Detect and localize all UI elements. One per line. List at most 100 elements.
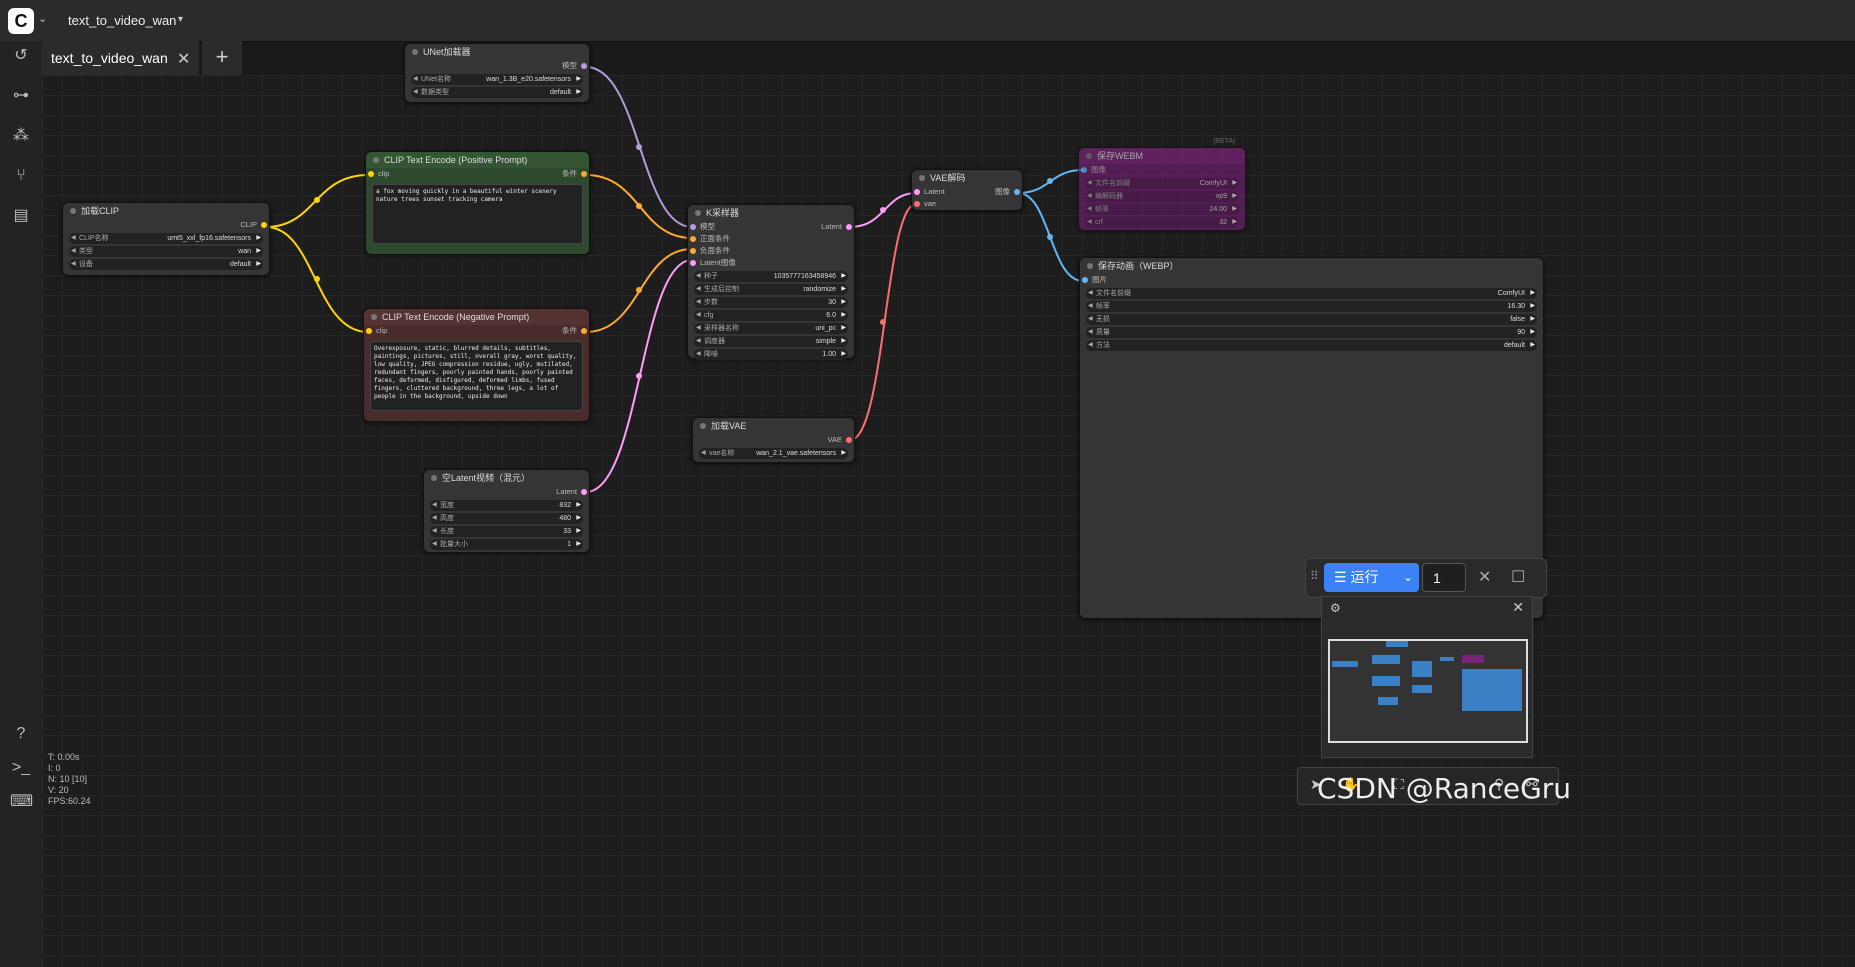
tab-workflow[interactable]: text_to_video_wan ✕ <box>42 41 199 77</box>
widget-label: 类型 <box>79 248 93 255</box>
workflows-icon[interactable]: ⑂ <box>10 165 32 187</box>
widget-batch-size[interactable]: 批量大小 1 <box>430 539 583 550</box>
widget-length[interactable]: 长度 33 <box>430 526 583 537</box>
node-save-webm[interactable]: 保存WEBM [BETA] 图像 文件名前缀 ComfyUI 编解码器 vp9 帧率… <box>1078 138 1246 231</box>
widget-unet-name[interactable]: UNet名称 wan_1.3B_e20.safetensors <box>411 74 583 85</box>
node-title: 加载CLIP <box>63 203 269 219</box>
stat-nodes: N: 10 [10] <box>48 774 88 784</box>
stat-fps: FPS:60.24 <box>48 796 91 806</box>
node-title: K采样器 <box>688 205 854 221</box>
minimap[interactable]: ⚙ ✕ <box>1321 596 1533 758</box>
widget-dtype[interactable]: 数据类型 default <box>411 87 583 98</box>
cancel-icon[interactable]: ✕ <box>1478 567 1491 587</box>
node-empty-latent-video[interactable]: 空Latent视频（混元） Latent 宽度 832 高度 480 长度 33 批量… <box>423 469 590 553</box>
prompt-textarea[interactable]: Overexposure, static, blurred details, s… <box>370 341 583 411</box>
widget-prefix[interactable]: 文件名前缀 ComfyUI <box>1086 288 1537 299</box>
history-icon[interactable]: ↺ <box>10 45 32 67</box>
templates-icon[interactable]: ▤ <box>10 205 32 227</box>
widget-value: vp9 <box>1215 193 1227 200</box>
node-ksampler[interactable]: K采样器 模型 Latent 正面条件 负面条件 Latent图像 种子 1035… <box>687 204 855 360</box>
widget-device[interactable]: 设备 default <box>69 259 263 270</box>
add-tab-button[interactable]: + <box>202 41 242 75</box>
widget-seed[interactable]: 种子 1035777163458946 <box>694 271 848 282</box>
widget-lossless[interactable]: 无损 false <box>1086 314 1537 325</box>
widget-control-after[interactable]: 生成后控制 randomize <box>694 284 848 295</box>
output-image-label: 图像 <box>995 187 1010 196</box>
widget-sampler[interactable]: 采样器名称 uni_pc <box>694 323 848 334</box>
input-negative[interactable]: 负面条件 <box>688 245 854 257</box>
workflow-title[interactable]: text_to_video_wan <box>68 13 176 28</box>
widget-scheduler[interactable]: 调度器 simple <box>694 336 848 347</box>
input-clip-label: clip <box>376 326 388 335</box>
input-image[interactable]: 图像 <box>1079 164 1245 176</box>
input-positive[interactable]: 正面条件 <box>688 233 854 245</box>
widget-steps[interactable]: 步数 30 <box>694 297 848 308</box>
widget-width[interactable]: 宽度 832 <box>430 500 583 511</box>
input-vae[interactable]: vae <box>912 198 1022 210</box>
widget-label: 无损 <box>1096 316 1110 323</box>
widget-fps[interactable]: 帧率 16.30 <box>1086 301 1537 312</box>
settings-icon[interactable]: ⚙ <box>1330 601 1341 615</box>
widget-denoise[interactable]: 降噪 1.00 <box>694 349 848 360</box>
prompt-textarea[interactable]: a fox moving quickly in a beautiful wint… <box>372 184 583 244</box>
output-model[interactable]: 模型 <box>405 60 589 72</box>
slot-row: clip 条件 <box>364 325 589 337</box>
keyboard-icon[interactable]: ⌨ <box>10 791 33 813</box>
node-library-icon[interactable]: ⊶ <box>10 85 32 107</box>
input-model-label: 模型 <box>700 222 715 231</box>
node-unet-loader[interactable]: UNet加载器 模型 UNet名称 wan_1.3B_e20.safetensor… <box>404 43 590 103</box>
widget-fps[interactable]: 帧率 24.00 <box>1085 204 1239 215</box>
widget-label: 步数 <box>704 299 718 306</box>
help-icon[interactable]: ? <box>10 723 32 745</box>
drag-handle-icon[interactable]: ⠿ <box>1310 569 1319 583</box>
sidebar: ↺ ⊶ ⁂ ⑂ ▤ ? >_ ⌨ <box>0 41 43 967</box>
node-negative-prompt[interactable]: CLIP Text Encode (Negative Prompt) clip … <box>363 308 590 422</box>
queue-icon: ☰ <box>1334 569 1351 585</box>
widget-value: 832 <box>559 502 571 509</box>
output-vae[interactable]: VAE <box>693 434 854 446</box>
model-library-icon[interactable]: ⁂ <box>10 125 32 147</box>
close-icon[interactable]: ✕ <box>177 49 190 69</box>
widget-label: 降噪 <box>704 351 718 358</box>
widget-value: 24.00 <box>1209 206 1227 213</box>
widget-clip-type[interactable]: 类型 wan <box>69 246 263 257</box>
widget-clip-name[interactable]: CLIP名称 umt5_xxl_fp16.safetensors <box>69 233 263 244</box>
node-vae-loader[interactable]: 加载VAE VAE vae名称 wan_2.1_vae.safetensors <box>692 417 855 463</box>
node-positive-prompt[interactable]: CLIP Text Encode (Positive Prompt) clip … <box>365 151 590 255</box>
widget-label: 质量 <box>1096 329 1110 336</box>
widget-value: 6.0 <box>826 312 836 319</box>
workflow-menu-chevron-icon[interactable]: ▾ <box>178 14 183 25</box>
output-clip[interactable]: CLIP <box>63 219 269 231</box>
widget-codec[interactable]: 编解码器 vp9 <box>1085 191 1239 202</box>
stop-icon[interactable]: ☐ <box>1511 567 1525 587</box>
widget-crf[interactable]: crf 32 <box>1085 217 1239 228</box>
input-latent[interactable]: Latent图像 <box>688 257 854 269</box>
terminal-icon[interactable]: >_ <box>10 757 32 779</box>
widget-vae-name[interactable]: vae名称 wan_2.1_vae.safetensors <box>699 448 848 459</box>
batch-count-input[interactable]: 1 <box>1422 563 1466 592</box>
comfy-logo-icon[interactable]: C <box>8 8 34 34</box>
widget-value: 480 <box>559 515 571 522</box>
run-label: 运行 <box>1350 569 1379 585</box>
chevron-down-icon[interactable]: ⌄ <box>1403 563 1421 592</box>
stat-v: V: 20 <box>48 785 69 795</box>
widget-height[interactable]: 高度 480 <box>430 513 583 524</box>
output-latent[interactable]: Latent <box>424 486 589 498</box>
widget-cfg[interactable]: cfg 6.0 <box>694 310 848 321</box>
node-title: CLIP Text Encode (Positive Prompt) <box>366 152 589 168</box>
minimap-viewport[interactable] <box>1328 639 1528 743</box>
widget-prefix[interactable]: 文件名前缀 ComfyUI <box>1085 178 1239 189</box>
widget-quality[interactable]: 质量 90 <box>1086 327 1537 338</box>
close-icon[interactable]: ✕ <box>1512 599 1524 616</box>
widget-label: 设备 <box>79 261 93 268</box>
input-latent-label: Latent <box>924 187 945 196</box>
input-images[interactable]: 图片 <box>1080 274 1543 286</box>
slot-label: 负面条件 <box>700 246 730 255</box>
output-cond-label: 条件 <box>562 169 577 178</box>
queue-bar: ⠿ ☰ 运行 ⌄ 1 ✕ ☐ <box>1305 558 1547 598</box>
slot-label: Latent图像 <box>700 258 736 267</box>
widget-method[interactable]: 方法 default <box>1086 340 1537 351</box>
chevron-down-icon[interactable]: ⌄ <box>38 12 47 25</box>
node-vae-decode[interactable]: VAE解码 Latent 图像 vae <box>911 169 1023 211</box>
node-clip-loader[interactable]: 加载CLIP CLIP CLIP名称 umt5_xxl_fp16.safetens… <box>62 202 270 276</box>
